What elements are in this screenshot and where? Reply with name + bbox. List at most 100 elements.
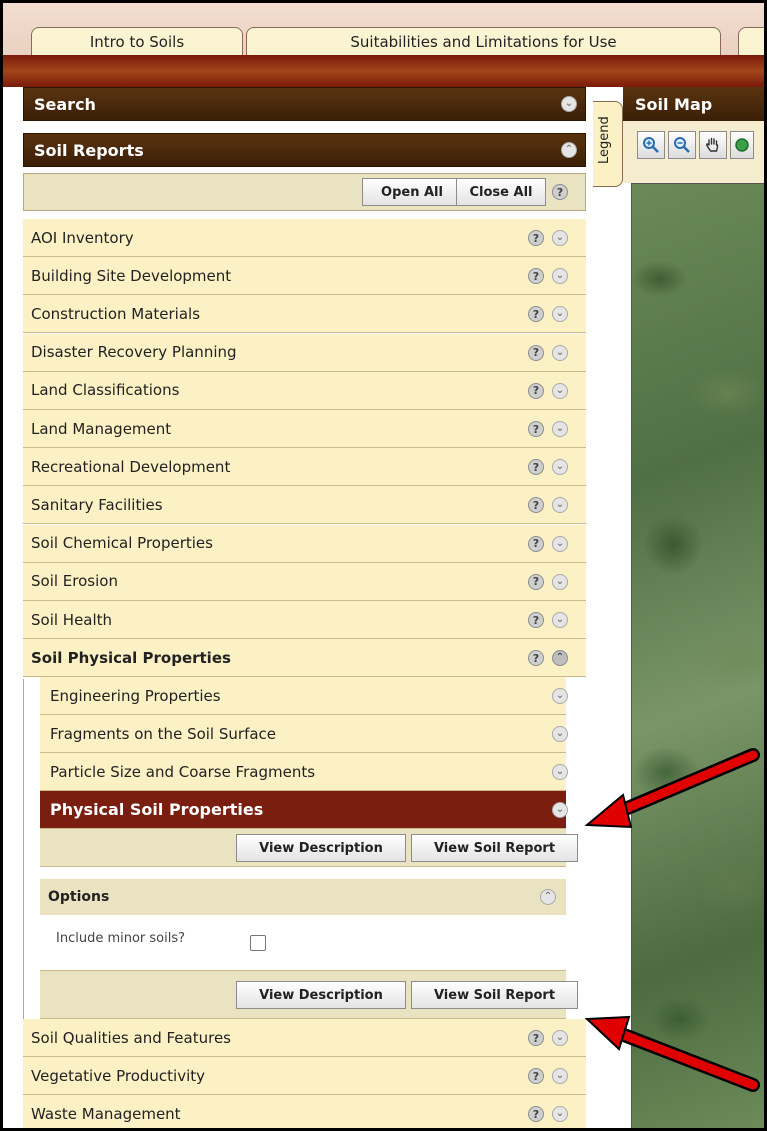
question-circle-icon[interactable]: ?	[528, 650, 544, 666]
row-label: Building Site Development	[31, 266, 232, 285]
legend-tab-label: Legend	[597, 116, 612, 164]
chevron-up-circle-icon[interactable]: ⌃	[552, 650, 568, 666]
search-header-label: Search	[34, 94, 96, 114]
sub-item[interactable]: Fragments on the Soil Surface ⌄	[40, 715, 568, 753]
tab-content-band	[3, 55, 764, 87]
report-category-row[interactable]: Waste Management? ⌄	[23, 1095, 586, 1128]
report-category-row[interactable]: Construction Materials? ⌄	[23, 295, 586, 334]
chevron-down-circle-icon[interactable]: ⌄	[552, 344, 568, 361]
include-minor-soils-label: Include minor soils?	[56, 931, 186, 946]
red-arrow-annotation	[584, 1015, 760, 1092]
question-circle-icon[interactable]: ?	[528, 535, 544, 552]
row-label: Waste Management	[31, 1104, 181, 1123]
globe-icon[interactable]	[730, 131, 754, 159]
question-circle-icon[interactable]: ?	[528, 230, 544, 246]
chevron-down-circle-icon[interactable]: ⌄	[561, 96, 577, 112]
chevron-up-circle-icon[interactable]: ⌃	[561, 142, 577, 158]
zoom-in-icon[interactable]	[637, 131, 665, 159]
row-label: Sanitary Facilities	[31, 495, 163, 514]
view-soil-report-button[interactable]: View Soil Report	[411, 981, 578, 1009]
row-label: Fragments on the Soil Surface	[50, 724, 277, 743]
report-category-row[interactable]: Soil Erosion? ⌄	[23, 562, 586, 601]
view-soil-report-button[interactable]: View Soil Report	[411, 834, 578, 862]
chevron-down-circle-icon[interactable]: ⌄	[552, 1068, 568, 1084]
tab-next[interactable]	[738, 27, 764, 55]
report-category-row[interactable]: Vegetative Productivity? ⌄	[23, 1057, 586, 1095]
sub-item-physical-soil-properties[interactable]: Physical Soil Properties ⌄	[40, 791, 568, 829]
question-circle-icon[interactable]: ?	[528, 612, 544, 628]
report-category-row[interactable]: Recreational Development? ⌄	[23, 448, 586, 487]
report-category-row[interactable]: Land Management? ⌄	[23, 410, 586, 448]
legend-tab[interactable]: Legend	[593, 101, 623, 187]
question-circle-icon[interactable]: ?	[528, 382, 544, 399]
report-category-row[interactable]: Disaster Recovery Planning? ⌄	[23, 333, 586, 372]
row-label: Disaster Recovery Planning	[31, 343, 237, 362]
report-category-row[interactable]: Soil Health? ⌄	[23, 601, 586, 639]
question-circle-icon[interactable]: ?	[528, 573, 544, 590]
row-label: AOI Inventory	[31, 228, 134, 247]
category-label: Soil Physical Properties	[31, 648, 231, 667]
chevron-down-circle-icon[interactable]: ⌄	[552, 535, 568, 552]
question-circle-icon[interactable]: ?	[528, 1030, 544, 1046]
row-label: Soil Erosion	[31, 572, 118, 591]
report-category-row[interactable]: AOI Inventory? ⌄	[23, 219, 586, 257]
chevron-down-circle-icon[interactable]: ⌄	[552, 230, 568, 246]
report-category-row[interactable]: Land Classifications? ⌄	[23, 371, 586, 410]
search-panel-header[interactable]: Search ⌄	[23, 87, 586, 121]
soil-map-imagery[interactable]	[631, 183, 764, 1128]
chevron-down-circle-icon[interactable]: ⌄	[552, 306, 568, 323]
question-circle-icon[interactable]: ?	[528, 306, 544, 323]
question-circle-icon[interactable]: ?	[528, 1106, 544, 1122]
chevron-down-circle-icon[interactable]: ⌄	[552, 459, 568, 476]
tab-suitabilities-and-limitations[interactable]: Suitabilities and Limitations for Use	[246, 27, 721, 55]
include-minor-soils-checkbox[interactable]	[250, 935, 266, 951]
row-label: Engineering Properties	[50, 686, 221, 705]
options-header[interactable]: Options ⌃	[40, 879, 566, 915]
close-all-button[interactable]: Close All	[456, 178, 546, 206]
question-circle-icon[interactable]: ?	[528, 459, 544, 476]
sub-item[interactable]: Particle Size and Coarse Fragments ⌄	[40, 753, 568, 791]
row-label: Particle Size and Coarse Fragments	[50, 762, 316, 781]
tab-intro-to-soils[interactable]: Intro to Soils	[31, 27, 243, 55]
options-body: Include minor soils?	[40, 915, 566, 971]
chevron-down-circle-icon[interactable]: ⌄	[552, 802, 568, 818]
report-category-row[interactable]: Soil Chemical Properties? ⌄	[23, 524, 586, 563]
question-circle-icon[interactable]: ?	[528, 421, 544, 437]
indent-guide	[23, 679, 39, 1020]
open-all-button[interactable]: Open All	[362, 178, 462, 206]
reports-toolbar: Open All Close All ?	[23, 173, 586, 211]
chevron-down-circle-icon[interactable]: ⌄	[552, 573, 568, 590]
question-circle-icon[interactable]: ?	[552, 184, 568, 200]
map-toolbar	[623, 121, 764, 183]
row-label: Land Classifications	[31, 381, 180, 400]
question-circle-icon[interactable]: ?	[528, 497, 544, 514]
chevron-down-circle-icon[interactable]: ⌄	[552, 1106, 568, 1122]
chevron-down-circle-icon[interactable]: ⌄	[552, 726, 568, 742]
category-soil-physical-properties[interactable]: Soil Physical Properties ? ⌃	[23, 639, 586, 677]
chevron-down-circle-icon[interactable]: ⌄	[552, 268, 568, 285]
hand-pan-icon[interactable]	[699, 131, 727, 159]
chevron-down-circle-icon[interactable]: ⌄	[552, 497, 568, 514]
question-circle-icon[interactable]: ?	[528, 344, 544, 361]
chevron-down-circle-icon[interactable]: ⌄	[552, 382, 568, 399]
question-circle-icon[interactable]: ?	[528, 1068, 544, 1084]
soil-reports-header-label: Soil Reports	[34, 140, 144, 160]
sub-item[interactable]: Engineering Properties ⌄	[40, 677, 568, 715]
chevron-down-circle-icon[interactable]: ⌄	[552, 612, 568, 628]
soil-reports-header[interactable]: Soil Reports ⌃	[23, 133, 586, 167]
chevron-up-circle-icon[interactable]: ⌃	[540, 889, 556, 905]
report-category-row[interactable]: Sanitary Facilities? ⌄	[23, 486, 586, 525]
report-category-row[interactable]: Soil Qualities and Features? ⌄	[23, 1019, 586, 1057]
chevron-down-circle-icon[interactable]: ⌄	[552, 764, 568, 780]
row-label: Soil Qualities and Features	[31, 1028, 231, 1047]
zoom-out-icon[interactable]	[668, 131, 696, 159]
view-description-button[interactable]: View Description	[236, 834, 406, 862]
chevron-down-circle-icon[interactable]: ⌄	[552, 421, 568, 437]
row-label: Vegetative Productivity	[31, 1066, 205, 1085]
view-description-button[interactable]: View Description	[236, 981, 406, 1009]
soil-map-header: Soil Map	[623, 87, 764, 121]
report-category-row[interactable]: Building Site Development? ⌄	[23, 257, 586, 296]
question-circle-icon[interactable]: ?	[528, 268, 544, 285]
chevron-down-circle-icon[interactable]: ⌄	[552, 688, 568, 704]
chevron-down-circle-icon[interactable]: ⌄	[552, 1030, 568, 1046]
